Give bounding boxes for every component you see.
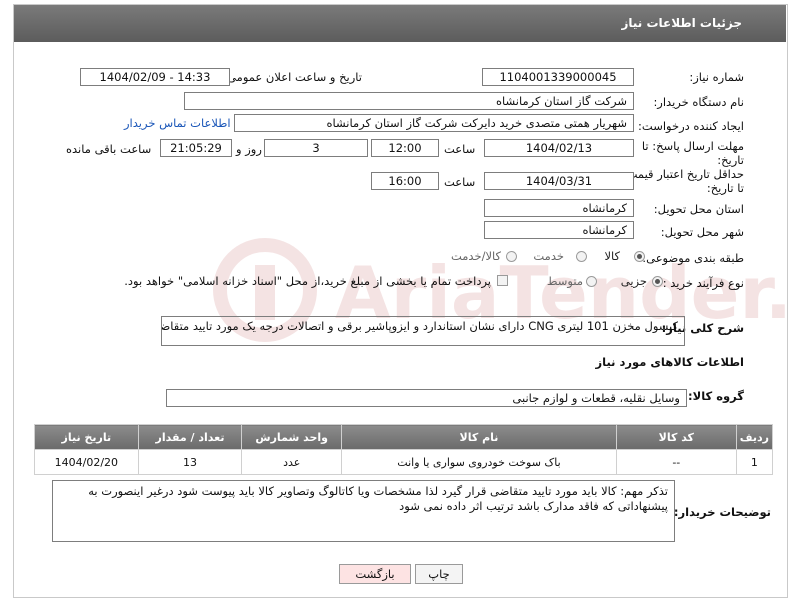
days-label: روز و <box>236 142 262 156</box>
announce-label: تاریخ و ساعت اعلان عمومی: <box>223 70 362 84</box>
col-item-code: کد کالا <box>615 424 737 450</box>
deadline-date-field: 1404/02/13 <box>484 139 634 157</box>
col-need-date: تاریخ نیاز <box>34 424 139 450</box>
category-option-service: خدمت <box>533 249 564 263</box>
col-quantity: تعداد / مقدار <box>137 424 243 450</box>
col-item-name: نام کالا <box>341 424 617 450</box>
days-remaining-field: 3 <box>264 139 368 157</box>
description-text: کپسول مخزن 101 لیتری CNG دارای نشان استا… <box>162 319 678 333</box>
announce-field: 1404/02/09 - 14:33 <box>80 68 230 86</box>
deadline-time-label: ساعت <box>444 142 476 156</box>
category-option-goods: کالا <box>604 249 620 263</box>
city-label: شهر محل تحویل: <box>660 225 744 239</box>
col-unit: واحد شمارش <box>241 424 343 450</box>
cell-unit: عدد <box>241 449 343 475</box>
validity-label-2: تا تاریخ: <box>706 181 744 195</box>
validity-time-field: 16:00 <box>371 172 439 190</box>
province-field: کرمانشاه <box>484 199 634 217</box>
category-option-goods-service: کالا/خدمت <box>450 249 501 263</box>
process-label: نوع فرآیند خرید : <box>662 276 744 290</box>
buyer-org-field: شرکت گاز استان کرمانشاه <box>184 92 634 110</box>
goods-info-title: اطلاعات کالاهای مورد نیاز <box>595 355 744 369</box>
cell-item-code: -- <box>615 449 737 475</box>
process-option-medium: متوسط <box>546 274 583 288</box>
goods-group-field: وسایل نقلیه، قطعات و لوازم جانبی <box>166 389 687 407</box>
province-label: استان محل تحویل: <box>653 202 744 216</box>
creator-label: ایجاد کننده درخواست: <box>638 119 744 133</box>
description-box: کپسول مخزن 101 لیتری CNG دارای نشان استا… <box>161 316 685 346</box>
process-radio-medium[interactable] <box>586 276 597 287</box>
remaining-time-label: ساعت باقی مانده <box>66 142 152 156</box>
category-radio-service[interactable] <box>576 251 587 262</box>
cell-quantity: 13 <box>137 449 243 475</box>
deadline-label-2: تاریخ: <box>717 153 744 167</box>
goods-table-header: تاریخ نیاز تعداد / مقدار واحد شمارش نام … <box>34 424 774 450</box>
validity-label: حداقل تاریخ اعتبار قیمت: <box>622 167 744 181</box>
buyer-org-label: نام دستگاه خریدار: <box>653 95 744 109</box>
col-row: ردیف <box>735 424 774 450</box>
city-field: کرمانشاه <box>484 221 634 239</box>
creator-field: شهریار همتی متصدی خرید دایرکت شرکت گاز ا… <box>234 114 634 132</box>
buyer-notes-text: تذکر مهم: کالا باید مورد تایید متقاضی قر… <box>88 484 668 513</box>
remaining-time-field: 21:05:29 <box>160 139 232 157</box>
goods-table: تاریخ نیاز تعداد / مقدار واحد شمارش نام … <box>34 424 774 475</box>
validity-date-field: 1404/03/31 <box>484 172 634 190</box>
need-number-field: 1104001339000045 <box>482 68 634 86</box>
category-radio-goods[interactable] <box>634 251 645 262</box>
back-button[interactable]: بازگشت <box>339 564 411 584</box>
cell-need-date: 1404/02/20 <box>34 449 139 475</box>
process-radio-minor[interactable] <box>652 276 663 287</box>
validity-time-label: ساعت <box>444 175 476 189</box>
category-label: طبقه بندی موضوعی: <box>642 251 744 265</box>
cell-row-number: 1 <box>735 449 774 475</box>
goods-group-label: گروه کالا: <box>688 389 744 403</box>
panel-header: جزئیات اطلاعات نیاز <box>14 5 786 42</box>
table-row[interactable]: 1404/02/20 13 عدد باک سوخت خودروی سواری … <box>34 449 774 475</box>
buyer-notes-label: توضیحات خریدار: <box>673 505 771 519</box>
deadline-time-field: 12:00 <box>371 139 439 157</box>
print-button[interactable]: چاپ <box>415 564 463 584</box>
deadline-label: مهلت ارسال پاسخ: تا <box>641 139 744 153</box>
cell-item-name: باک سوخت خودروی سواری یا وانت <box>341 449 617 475</box>
buyer-notes-box: تذکر مهم: کالا باید مورد تایید متقاضی قر… <box>52 480 675 542</box>
process-option-minor: جزیی <box>620 274 647 288</box>
category-radio-goods-service[interactable] <box>506 251 517 262</box>
treasury-payment-note: پرداخت تمام یا بخشی از مبلغ خرید،از محل … <box>124 274 491 288</box>
buyer-contact-link[interactable]: اطلاعات تماس خریدار <box>124 116 231 130</box>
page-title: جزئیات اطلاعات نیاز <box>621 16 742 30</box>
treasury-payment-checkbox[interactable] <box>497 275 508 286</box>
need-number-label: شماره نیاز: <box>689 70 744 84</box>
